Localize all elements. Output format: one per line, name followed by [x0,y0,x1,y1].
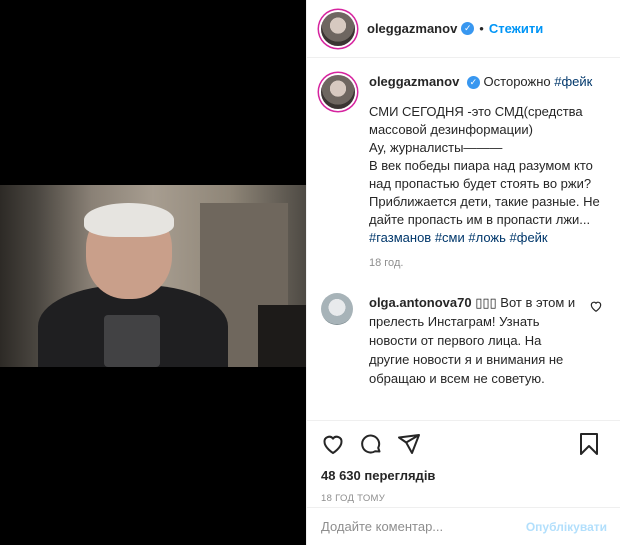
caption-body: oleggazmanov ✓ Осторожно #фейк СМИ СЕГОД… [369,73,601,269]
caption-text: СМИ СЕГОДНЯ -это СМД(средства массовой д… [369,103,601,247]
comment-item: olga.antonova70 ▯▯▯ Вот в этом и прелест… [307,279,620,388]
comment-icon[interactable] [359,432,383,456]
view-count[interactable]: 48 630 переглядів [321,468,607,483]
video-player[interactable] [0,185,306,367]
share-icon[interactable] [397,432,421,456]
author-username[interactable]: oleggazmanov [367,21,457,36]
separator-dot: • [479,21,484,36]
bookmark-icon[interactable] [577,432,601,456]
caption-username[interactable]: oleggazmanov [369,74,459,89]
comments-area[interactable]: oleggazmanov ✓ Осторожно #фейк СМИ СЕГОД… [307,59,620,419]
follow-button[interactable]: Стежити [489,21,543,36]
caption-header: oleggazmanov ✓ Осторожно #фейк [369,73,601,91]
add-comment-bar: Опублікувати [307,507,620,545]
post-header: oleggazmanov ✓ • Стежити [307,0,620,58]
heart-icon[interactable] [321,432,345,456]
caption-text-body: СМИ СЕГОДНЯ -это СМД(средства массовой д… [369,104,600,227]
hashtag-link[interactable]: #сми [431,230,465,245]
hashtag-link[interactable]: #фейк [506,230,548,245]
comment-emojis: ▯▯▯ [475,295,497,310]
caption-timestamp[interactable]: 18 год. [369,257,601,269]
posted-time[interactable]: 18 ГОД ТОМУ [321,493,607,504]
caption-avatar[interactable] [321,75,355,109]
comment-input[interactable] [321,519,526,534]
publish-button[interactable]: Опублікувати [526,520,607,534]
commenter-avatar[interactable] [321,293,353,325]
hashtag-link[interactable]: #фейк [554,74,592,89]
action-icons [321,431,607,457]
comment-body: olga.antonova70 ▯▯▯ Вот в этом и прелест… [369,293,579,388]
hashtag-link[interactable]: #ложь [465,230,506,245]
commenter-username[interactable]: olga.antonova70 [369,295,472,310]
caption-lead: Осторожно [483,74,551,89]
video-shirt-print [104,315,160,367]
video-person-hair [84,203,174,237]
verified-icon: ✓ [461,22,475,35]
post-panel: oleggazmanov ✓ • Стежити oleggazmanov ✓ … [306,0,620,545]
action-bar: 48 630 переглядів 18 ГОД ТОМУ [307,420,620,504]
media-area [0,0,306,545]
author-avatar[interactable] [321,11,355,46]
hashtag-link[interactable]: #газманов [369,230,431,245]
verified-icon: ✓ [466,76,480,90]
caption: oleggazmanov ✓ Осторожно #фейк СМИ СЕГОД… [307,59,620,269]
video-door [258,305,306,367]
like-comment-icon[interactable] [589,299,603,313]
